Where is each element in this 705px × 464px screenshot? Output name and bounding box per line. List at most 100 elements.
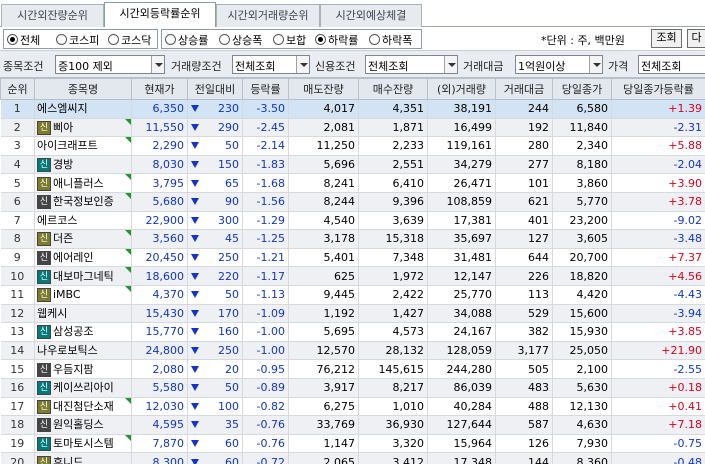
cell-name[interactable]: 신 iMBC xyxy=(34,285,132,305)
cell-sell-remaining: 2,081 xyxy=(288,118,359,138)
table-row[interactable]: 13 신 삼성공조 15,770 160 -1.00 5,695 4,573 24,167 382… xyxy=(0,322,705,342)
cell-name[interactable]: 웹케시 xyxy=(34,304,132,324)
chevron-down-icon xyxy=(444,56,457,73)
radio-flat-label: 보합 xyxy=(286,33,307,47)
table-row[interactable]: 15 신 우듬지팜 2,080 20 -0.95 76,212 145,615 244,280 5… xyxy=(0,359,705,379)
header-name[interactable]: 종목명 xyxy=(34,78,132,100)
table-row[interactable]: 2 신 삐아 11,550 290 -2.45 2,081 1,871 16,499 192 11,… xyxy=(0,118,705,138)
condition-bar: 종목조건 증100 제외 거래량조건 전체조회 신용조건 전체조회 거래대금 1… xyxy=(0,51,705,78)
header-rate[interactable]: 등락률 xyxy=(242,78,289,100)
radio-fall-width[interactable]: 하락폭 xyxy=(369,31,412,48)
radio-dot-icon xyxy=(7,34,18,45)
cell-close-rate: -0.48 xyxy=(611,452,705,464)
table-row[interactable]: 5 신 애니플러스 3,795 65 -1.68 8,241 6,410 26,471 101 3,… xyxy=(0,173,705,193)
cell-rate: -2.14 xyxy=(242,136,289,156)
header-close[interactable]: 당일종가 xyxy=(552,78,612,100)
header-volume[interactable]: (외)거래량 xyxy=(427,78,496,100)
down-arrow-icon xyxy=(191,198,199,206)
header-change[interactable]: 전일대비 xyxy=(187,78,243,100)
table-row[interactable]: 14 나우로보틱스 24,800 250 -1.00 12,570 28,132 128,05… xyxy=(0,341,705,361)
cell-name[interactable]: 신 원익홀딩스 xyxy=(34,415,132,435)
cell-name[interactable]: 에스엠씨지 xyxy=(34,99,132,119)
tab-remaining-rank[interactable]: 시간외잔량순위 xyxy=(1,4,104,27)
header-sell-remaining[interactable]: 매도잔량 xyxy=(288,78,359,100)
cell-name[interactable]: 나우로보틱스 xyxy=(34,341,132,361)
cell-name[interactable]: 신 에어레인 xyxy=(34,248,132,268)
cell-volume: 31,481 xyxy=(427,248,496,268)
cell-name[interactable]: 신 애니플러스 xyxy=(34,173,132,193)
credit-badge-icon: 신 xyxy=(37,269,51,284)
cell-close: 2,100 xyxy=(552,359,612,379)
cell-change: 170 xyxy=(187,304,243,324)
table-row[interactable]: 1 에스엠씨지 6,350 230 -3.50 4,017 4,351 38,191 244 6,… xyxy=(0,99,705,119)
cell-change: 90 xyxy=(187,192,243,212)
cell-name[interactable]: 신 케이쓰리아이 xyxy=(34,378,132,398)
radio-all[interactable]: 전체 xyxy=(7,31,40,48)
table-row[interactable]: 10 신 대보마그네틱 18,600 220 -1.17 625 1,972 12,147 226… xyxy=(0,266,705,286)
table-row[interactable]: 19 신 토마토시스템 7,870 60 -0.76 1,147 3,320 15,964 126… xyxy=(0,434,705,454)
stock-name: 에스엠씨지 xyxy=(37,102,88,116)
radio-fall-rate[interactable]: 하락률 xyxy=(315,31,358,48)
header-rank[interactable]: 순위 xyxy=(0,78,35,100)
cell-rank: 10 xyxy=(0,266,35,286)
credit-condition-select[interactable]: 전체조회 xyxy=(365,55,458,74)
radio-rise-width[interactable]: 상승폭 xyxy=(219,31,262,48)
radio-rise-rate[interactable]: 상승률 xyxy=(165,31,208,48)
cell-sell-remaining: 33,769 xyxy=(288,415,359,435)
cell-name[interactable]: 신 한국정보인증 xyxy=(34,192,132,212)
cell-name[interactable]: 신 휴니드 xyxy=(34,452,132,464)
header-price[interactable]: 현재가 xyxy=(131,78,188,100)
item-condition-select[interactable]: 증100 제외 xyxy=(55,55,165,74)
radio-kospi[interactable]: 코스피 xyxy=(56,31,99,48)
cell-change: 150 xyxy=(187,155,243,175)
cell-name[interactable]: 신 토마토시스템 xyxy=(34,434,132,454)
header-buy-remaining[interactable]: 매수잔량 xyxy=(358,78,428,100)
cell-name[interactable]: 에르코스 xyxy=(34,211,132,231)
table-row[interactable]: 12 웹케시 15,430 170 -1.09 1,192 1,427 34,088 529 15… xyxy=(0,304,705,324)
volume-condition-select[interactable]: 전체조회 xyxy=(232,55,310,74)
table-row[interactable]: 16 신 케이쓰리아이 5,580 50 -0.89 3,917 8,217 86,039 483… xyxy=(0,378,705,398)
cell-name[interactable]: 신 우듬지팜 xyxy=(34,359,132,379)
cell-close: 15,600 xyxy=(552,304,612,324)
table-row[interactable]: 11 신 iMBC 4,370 50 -1.13 9,445 2,422 25,770 113 4,… xyxy=(0,285,705,305)
table-row[interactable]: 9 신 에어레인 20,450 250 -1.21 5,401 7,348 31,481 644 2… xyxy=(0,248,705,268)
header-close-rate[interactable]: 당일종가등락률 xyxy=(611,78,705,100)
price-condition-select[interactable]: 전체조회 xyxy=(638,55,705,74)
table-row[interactable]: 8 신 더즌 3,560 45 -1.25 3,178 15,318 35,697 127 3,60… xyxy=(0,229,705,249)
next-button[interactable]: 다 xyxy=(687,29,705,48)
tab-volume-rank[interactable]: 시간외거래량순위 xyxy=(216,4,320,27)
amount-condition-select[interactable]: 1억원이상 xyxy=(515,55,603,74)
query-button[interactable]: 조회 xyxy=(651,29,682,48)
table-row[interactable]: 17 신 대진첨단소재 12,030 100 -0.82 6,275 1,010 40,284 4… xyxy=(0,397,705,417)
cell-price: 4,370 xyxy=(131,285,188,305)
cell-rank: 18 xyxy=(0,415,35,435)
cell-name[interactable]: 신 삼성공조 xyxy=(34,322,132,342)
down-arrow-icon xyxy=(191,105,199,113)
cell-name[interactable]: 신 더즌 xyxy=(34,229,132,249)
tab-expected-execution[interactable]: 시간외예상체결 xyxy=(320,4,422,27)
cell-name[interactable]: 신 경방 xyxy=(34,155,132,175)
cell-volume: 34,279 xyxy=(427,155,496,175)
cell-rank: 4 xyxy=(0,155,35,175)
table-row[interactable]: 3 아이크래프트 2,290 50 -2.14 11,250 2,233 119,161 280… xyxy=(0,136,705,156)
cell-name[interactable]: 아이크래프트 xyxy=(34,136,132,156)
stock-name: 아이크래프트 xyxy=(37,139,98,153)
header-amount[interactable]: 거래대금 xyxy=(495,78,553,100)
cell-close-rate: -4.43 xyxy=(611,285,705,305)
tab-change-rate-rank[interactable]: 시간외등락률순위 xyxy=(104,2,216,28)
table-row[interactable]: 6 신 한국정보인증 5,680 90 -1.56 8,244 9,396 108,859 621… xyxy=(0,192,705,212)
cell-name[interactable]: 신 대보마그네틱 xyxy=(34,266,132,286)
radio-kosdaq[interactable]: 코스닥 xyxy=(108,31,151,48)
table-row[interactable]: 4 신 경방 8,030 150 -1.83 5,696 2,551 34,279 277 8,18… xyxy=(0,155,705,175)
cell-name[interactable]: 신 삐아 xyxy=(34,118,132,138)
radio-flat[interactable]: 보합 xyxy=(273,31,306,48)
cell-name[interactable]: 신 대진첨단소재 xyxy=(34,397,132,417)
table-row[interactable]: 20 신 휴니드 8,300 60 -0.72 2,065 3,412 17,348 144 8,3… xyxy=(0,452,705,464)
cell-change: 50 xyxy=(187,285,243,305)
cell-close-rate: +7.18 xyxy=(611,415,705,435)
cell-close-rate: +3.78 xyxy=(611,192,705,212)
change-value: 90 xyxy=(225,195,239,209)
table-row[interactable]: 7 에르코스 22,900 300 -1.29 4,540 3,639 17,381 401 23… xyxy=(0,211,705,231)
table-row[interactable]: 18 신 원익홀딩스 4,595 35 -0.76 33,769 36,930 127,644 5… xyxy=(0,415,705,435)
cell-sell-remaining: 11,250 xyxy=(288,136,359,156)
